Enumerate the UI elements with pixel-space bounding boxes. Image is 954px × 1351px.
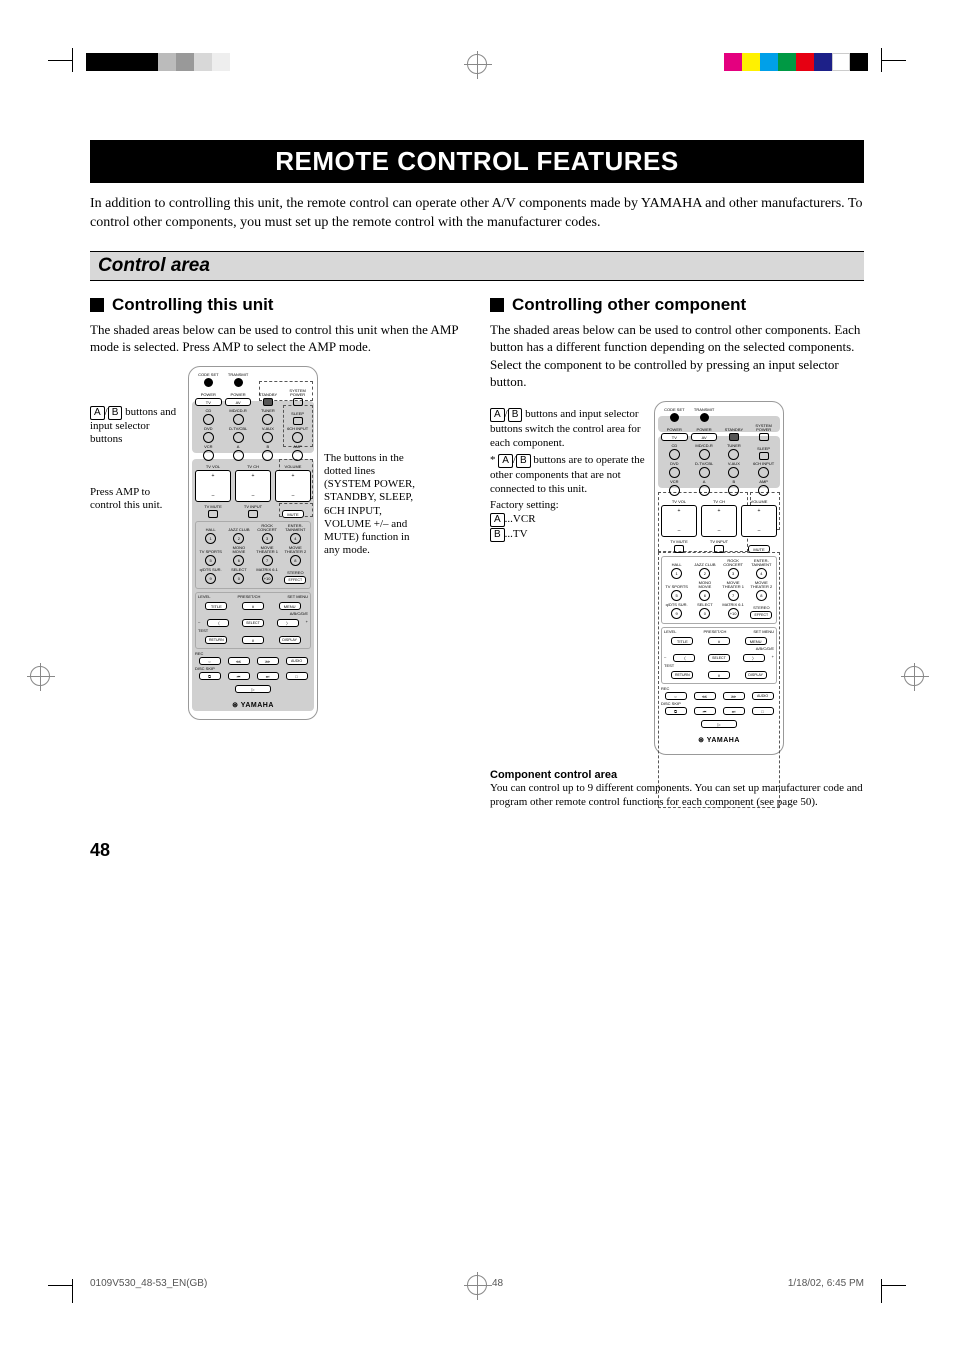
page-content: REMOTE CONTROL FEATURES In addition to c…	[90, 90, 864, 1261]
left-note-1: A/B buttons and input selector buttons	[90, 406, 182, 446]
page-number: 48	[90, 840, 864, 861]
right-note-star: * A/B buttons are to operate the other c…	[490, 453, 648, 497]
left-subheading: Controlling this unit	[112, 295, 273, 315]
yamaha-logo: YAMAHA	[195, 701, 311, 709]
section-heading: Control area	[98, 255, 856, 277]
factory-setting: Factory setting:	[490, 498, 648, 512]
section-bar: Control area	[90, 251, 864, 281]
left-column: Controlling this unit The shaded areas b…	[90, 295, 464, 810]
footer-page: 48	[492, 1278, 503, 1289]
component-area-heading: Component control area	[490, 769, 864, 781]
crop-mark-left	[30, 666, 50, 686]
remote-diagram-amp: CODE SET TRANSMIT POWERTV POWERAV STANDB…	[188, 366, 318, 720]
right-note-1: A/B buttons and input selector buttons s…	[490, 407, 648, 451]
left-right-note: The buttons in the dotted lines (SYSTEM …	[324, 452, 420, 720]
page-title: REMOTE CONTROL FEATURES	[90, 146, 864, 177]
remote-diagram-component: CODE SET TRANSMIT POWERTV POWERAV STANDB…	[654, 401, 784, 755]
bullet-square-icon	[90, 298, 104, 312]
footer-file: 0109V530_48-53_EN(GB)	[90, 1278, 207, 1289]
component-area-body: You can control up to 9 different compon…	[490, 781, 864, 810]
crop-marks-top	[0, 48, 954, 78]
footer-meta: 0109V530_48-53_EN(GB) 48 1/18/02, 6:45 P…	[90, 1278, 864, 1289]
footer-date: 1/18/02, 6:45 PM	[788, 1278, 864, 1289]
crop-mark-right	[904, 666, 924, 686]
left-note-2: Press AMP to control this unit.	[90, 486, 182, 512]
right-column: Controlling other component The shaded a…	[490, 295, 864, 810]
key-a: A	[90, 406, 105, 420]
intro-text: In addition to controlling this unit, th…	[90, 195, 864, 233]
title-bar: REMOTE CONTROL FEATURES	[90, 140, 864, 183]
left-body: The shaded areas below can be used to co…	[90, 321, 464, 356]
right-subheading: Controlling other component	[512, 295, 746, 315]
right-body: The shaded areas below can be used to co…	[490, 321, 864, 391]
bullet-square-icon	[490, 298, 504, 312]
yamaha-logo: YAMAHA	[661, 736, 777, 744]
key-b: B	[108, 406, 123, 420]
